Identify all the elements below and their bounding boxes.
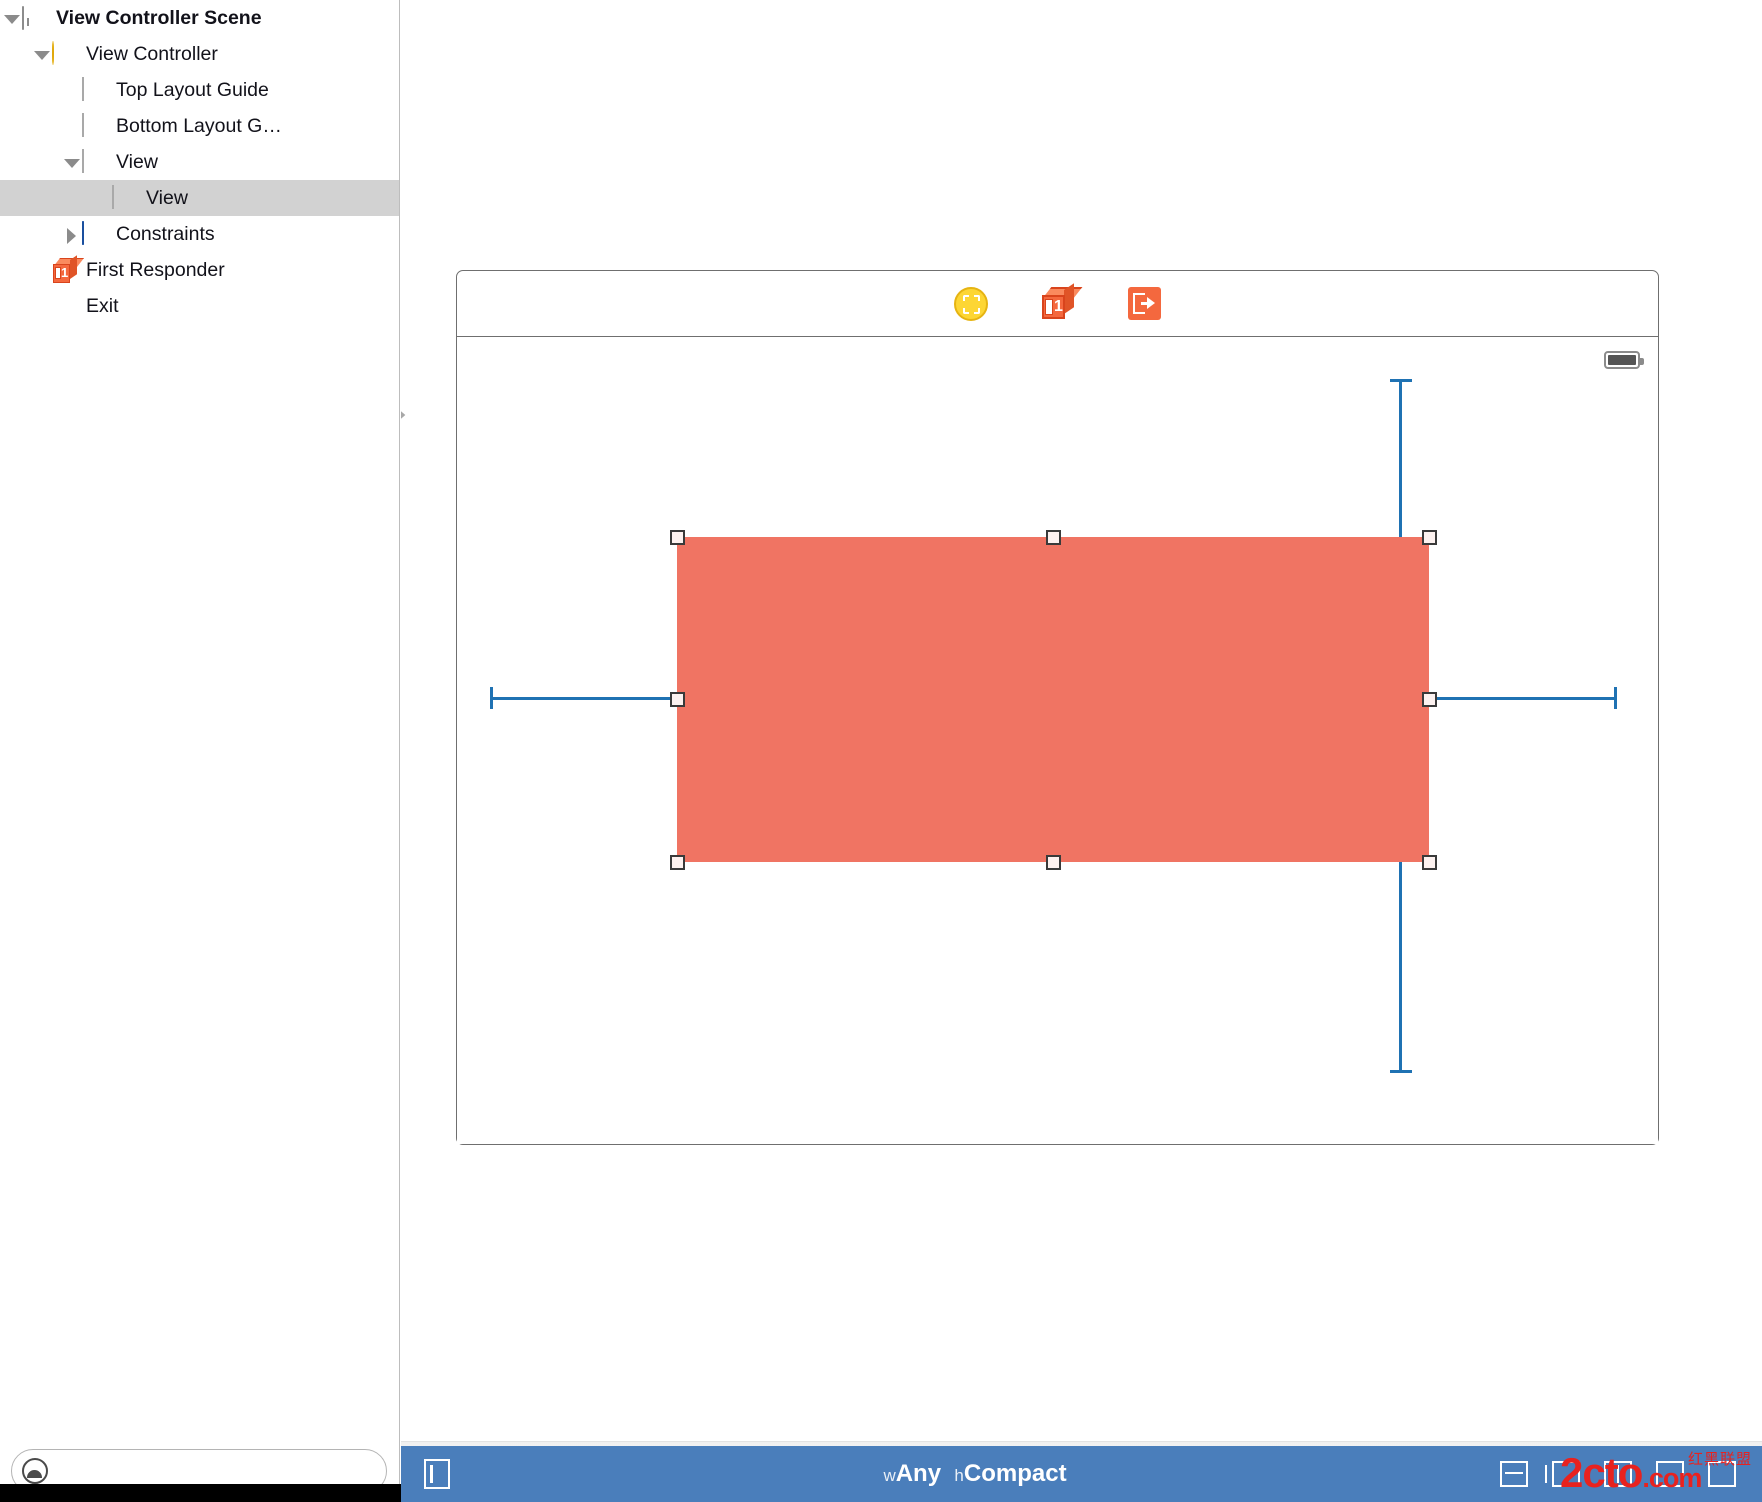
outline-row-label: Bottom Layout G… (116, 108, 282, 144)
resize-handle-bottom-left[interactable] (670, 855, 685, 870)
resizing-behavior-icon[interactable] (1708, 1461, 1736, 1487)
view-as-panel-icon[interactable] (424, 1459, 450, 1489)
cube-page (1045, 299, 1053, 315)
view-controller-icon (52, 41, 54, 65)
disclosure-triangle-open[interactable] (0, 0, 22, 36)
size-class-width-value: Any (896, 1460, 941, 1487)
disclosure-triangle-closed[interactable] (60, 216, 82, 252)
resize-handle-middle-right[interactable] (1422, 692, 1437, 707)
top-layout-guide-icon (82, 77, 84, 101)
resolve-issues-icon[interactable] (1656, 1461, 1684, 1487)
size-class-status-bar: wAny hCompact 红黑联盟 2cto.com (401, 1446, 1762, 1502)
outline-row-first-responder[interactable]: 1 First Responder (0, 252, 399, 288)
disclosure-triangle-open[interactable] (60, 144, 82, 180)
scene-icon (22, 6, 24, 30)
disclosure-spacer (90, 180, 112, 216)
row-icon-wrap (112, 185, 138, 211)
disclosure-spacer (30, 252, 52, 288)
outline-row-view-controller-scene[interactable]: View Controller Scene (0, 0, 399, 36)
first-responder-dock-icon[interactable]: 1 (1040, 287, 1076, 321)
storyboard-entry-point-arrow (401, 385, 408, 445)
bottom-constraint-line[interactable] (1399, 860, 1402, 1072)
outline-row-view[interactable]: View (0, 144, 399, 180)
pin-icon[interactable] (1604, 1461, 1632, 1487)
outline-row-label: Exit (86, 288, 119, 324)
size-class-height-value: Compact (964, 1460, 1067, 1487)
device-surface[interactable] (457, 337, 1658, 1144)
filter-icon (22, 1458, 48, 1484)
outline-row-top-layout-guide[interactable]: Top Layout Guide (0, 72, 399, 108)
bottom-constraint-cap (1390, 1070, 1412, 1073)
outline-row-label: First Responder (86, 252, 225, 288)
top-constraint-line[interactable] (1399, 379, 1402, 539)
xcode-interface-builder-window: View Controller SceneView ControllerTop … (0, 0, 1762, 1502)
view-icon (112, 185, 114, 209)
row-icon-wrap (22, 5, 48, 31)
outline-row-bottom-layout-g[interactable]: Bottom Layout G… (0, 108, 399, 144)
trailing-constraint-line[interactable] (1426, 697, 1616, 700)
outline-row-label: View Controller (86, 36, 218, 72)
outline-tree: View Controller SceneView ControllerTop … (0, 0, 399, 324)
stack-view-icon[interactable] (1500, 1461, 1528, 1487)
selected-view[interactable] (677, 537, 1429, 862)
outline-row-view[interactable]: View (0, 180, 399, 216)
exit-arrow-head (1147, 297, 1155, 309)
disclosure-spacer (30, 288, 52, 324)
outline-row-exit[interactable]: Exit (0, 288, 399, 324)
leading-constraint-line[interactable] (490, 697, 680, 700)
outline-row-label: View (116, 144, 158, 180)
outline-filter-input[interactable] (48, 1460, 386, 1482)
size-class-height-prefix: h (954, 1466, 963, 1485)
row-icon-wrap (52, 41, 78, 67)
row-icon-wrap (52, 293, 78, 319)
resize-handle-middle-left[interactable] (670, 692, 685, 707)
outline-row-label: Constraints (116, 216, 215, 252)
exit-dock-icon[interactable] (1128, 287, 1161, 320)
resize-handle-bottom-right[interactable] (1422, 855, 1437, 870)
row-icon-wrap (82, 149, 108, 175)
resize-handle-top-left[interactable] (670, 530, 685, 545)
resize-handle-bottom-center[interactable] (1046, 855, 1061, 870)
row-icon-wrap (82, 221, 108, 247)
view-controller-scene[interactable]: 1 (456, 270, 1659, 1145)
first-responder-badge: 1 (1054, 298, 1063, 315)
row-icon-wrap (82, 77, 108, 103)
battery-icon (1604, 351, 1640, 369)
outline-row-label: View Controller Scene (56, 0, 262, 36)
disclosure-spacer (60, 108, 82, 144)
row-icon-wrap (82, 113, 108, 139)
resize-handle-top-center[interactable] (1046, 530, 1061, 545)
disclosure-triangle-open[interactable] (30, 36, 52, 72)
size-class-width-prefix: w (883, 1466, 895, 1485)
cube-side (1064, 283, 1074, 314)
resize-handle-top-right[interactable] (1422, 530, 1437, 545)
scene-dock: 1 (457, 271, 1658, 337)
constraints-icon (82, 221, 84, 245)
bottom-layout-guide-icon (82, 113, 84, 137)
size-class-label[interactable]: wAny hCompact (450, 1460, 1500, 1488)
view-icon (82, 149, 84, 173)
row-icon-wrap: 1 (52, 257, 78, 283)
outline-row-constraints[interactable]: Constraints (0, 216, 399, 252)
outline-row-label: Top Layout Guide (116, 72, 269, 108)
outline-row-label: View (146, 180, 188, 216)
outline-row-view-controller[interactable]: View Controller (0, 36, 399, 72)
layout-tool-buttons (1500, 1461, 1736, 1487)
align-icon[interactable] (1552, 1461, 1580, 1487)
trailing-constraint-cap (1614, 687, 1617, 709)
disclosure-spacer (60, 72, 82, 108)
document-outline-panel: View Controller SceneView ControllerTop … (0, 0, 400, 1468)
storyboard-canvas[interactable]: 1 (401, 0, 1762, 1385)
view-controller-dock-icon[interactable] (954, 287, 988, 321)
window-bottom-edge (0, 1484, 401, 1502)
